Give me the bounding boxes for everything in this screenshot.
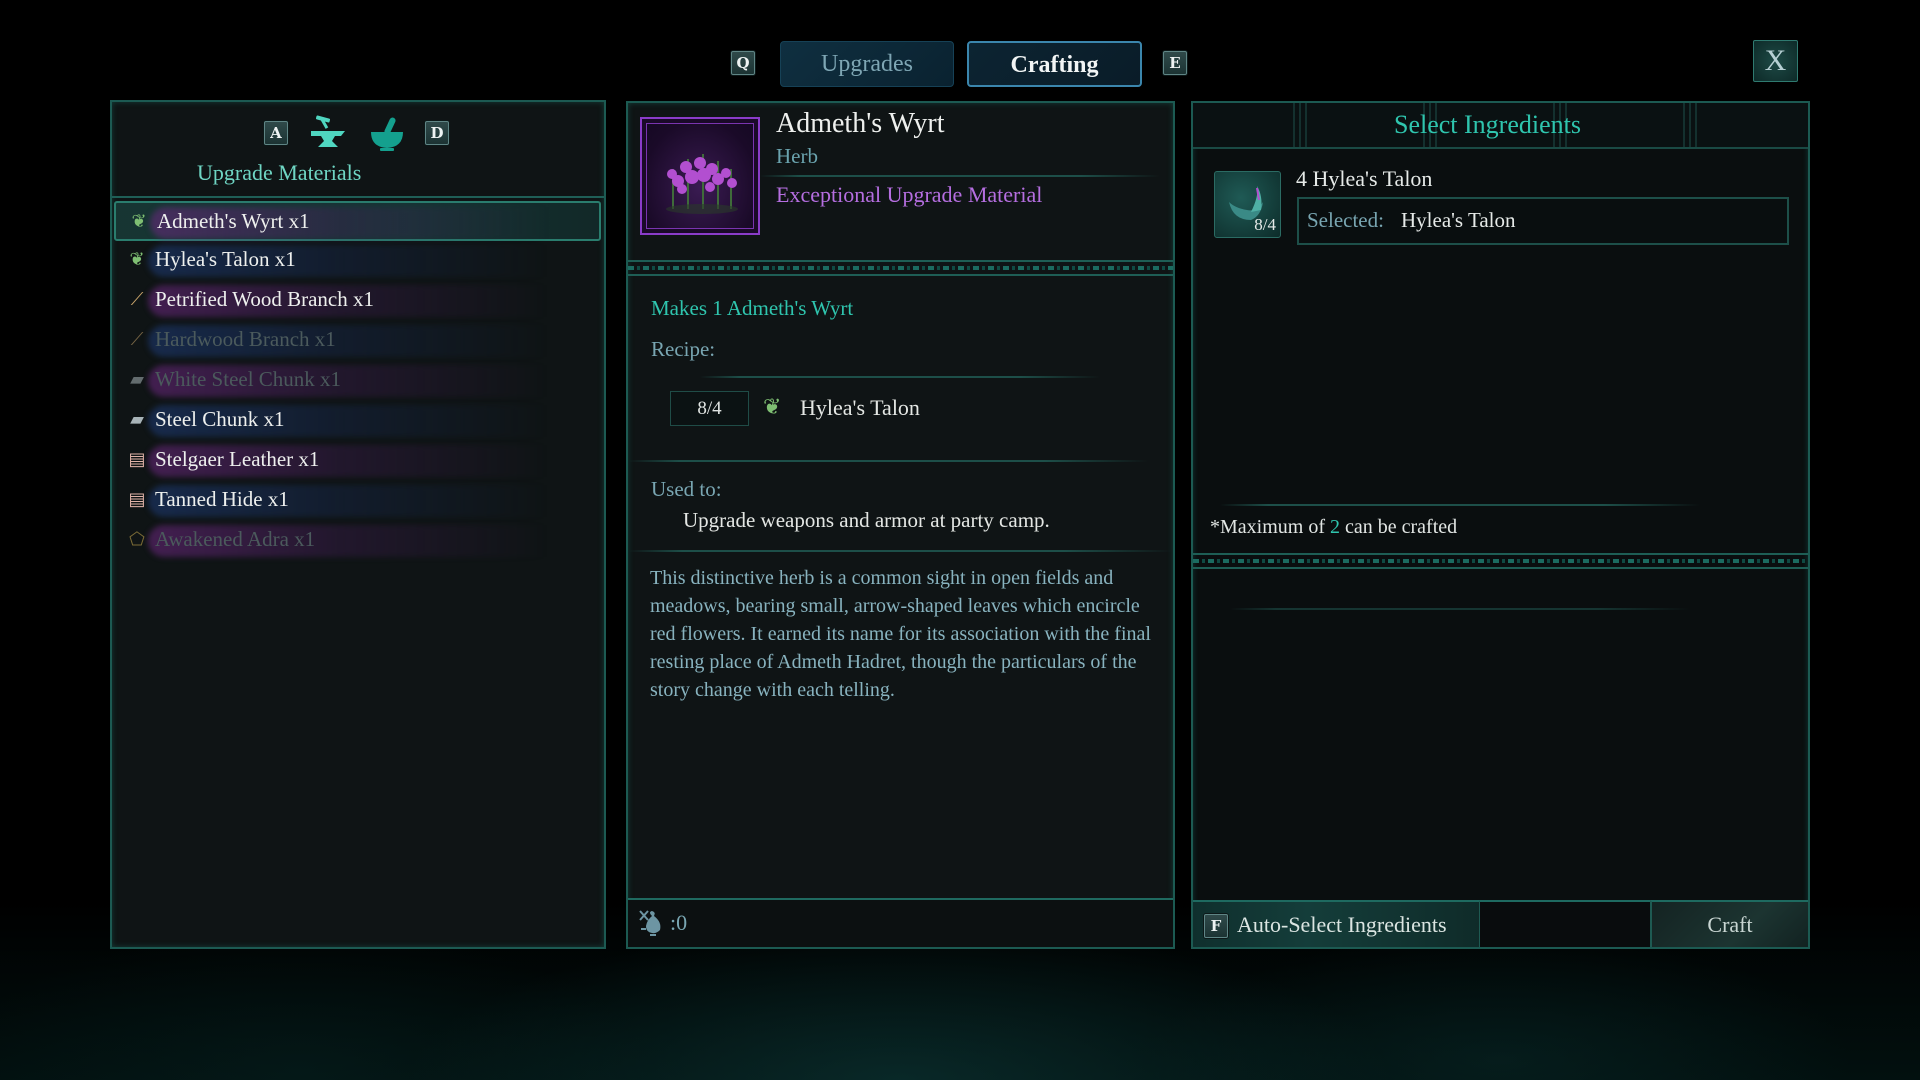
used-to-text: Upgrade weapons and armor at party camp. [683,508,1050,532]
auto-select-label: Auto-Select Ingredients [1237,912,1447,937]
herb-flower-icon [666,154,738,214]
prev-tab-key[interactable]: Q [731,51,755,75]
list-item-label: Hardwood Branch x1 [155,327,336,351]
ingredient-slot[interactable]: 8/4 [1214,171,1281,238]
list-item-label: Petrified Wood Branch x1 [155,287,374,311]
divider [700,376,1100,378]
list-item-label: Admeth's Wyrt x1 [157,209,310,233]
leather-icon: ▤ [128,449,146,470]
materials-title: Upgrade Materials [197,160,362,185]
herb-icon: ❦ [763,395,782,420]
list-item[interactable]: ▤ Stelgaer Leather x1 [114,441,601,481]
list-item[interactable]: ❦ Admeth's Wyrt x1 [114,201,601,241]
divider [1220,504,1700,506]
mortar-pestle-icon[interactable] [368,115,406,153]
close-button[interactable]: X [1753,40,1798,82]
item-name: Admeth's Wyrt [776,108,945,139]
coin-pouch-icon [638,908,666,936]
max-craft-note: *Maximum of 2 can be crafted [1210,516,1457,539]
craft-button[interactable]: Craft [1650,900,1808,947]
list-item-label: Tanned Hide x1 [155,487,289,511]
divider [628,550,1173,552]
currency-bar [628,898,1173,947]
divider [628,460,1148,462]
tab-upgrades[interactable]: Upgrades [780,41,954,87]
leather-icon: ▤ [128,489,146,510]
herb-icon: ❦ [131,211,147,232]
next-tab-key[interactable]: E [1163,51,1187,75]
anvil-icon[interactable] [308,115,348,151]
list-item[interactable]: ▰ Steel Chunk x1 [114,401,601,441]
divider [760,175,1160,177]
item-type: Herb [776,144,818,168]
recipe-label: Recipe: [651,337,716,361]
list-item[interactable]: ⬠ Awakened Adra x1 [114,521,601,561]
ingredient-selector[interactable]: Selected: Hylea's Talon [1297,197,1789,245]
button-bar-spacer [1480,900,1650,947]
selected-value: Hylea's Talon [1401,208,1516,232]
recipe-ingredient-name: Hylea's Talon [800,395,920,420]
item-image [640,117,760,235]
recipe-count: 8/4 [670,391,749,426]
list-item[interactable]: ▰ White Steel Chunk x1 [114,361,601,401]
branch-icon: ⟋ [130,289,144,310]
list-item-label: White Steel Chunk x1 [155,367,342,391]
currency-value: :0 [670,910,688,935]
ingredient-required: 4 Hylea's Talon [1296,166,1433,191]
used-to-label: Used to: [651,477,722,501]
item-description: This distinctive herb is a common sight … [650,567,1151,701]
item-quality: Exceptional Upgrade Material [776,182,1043,207]
max-prefix: *Maximum of [1210,516,1330,538]
ingredients-title: Select Ingredients [1394,110,1581,139]
prev-category-key[interactable]: A [264,121,288,145]
auto-select-key: F [1204,914,1228,938]
max-suffix: can be crafted [1340,516,1458,538]
list-item-label: Steel Chunk x1 [155,407,285,431]
divider [112,196,604,198]
list-item[interactable]: ❦ Hylea's Talon x1 [114,241,601,281]
branch-icon: ⟋ [130,329,144,350]
divider [1230,608,1690,610]
divider [628,260,1173,276]
tab-crafting[interactable]: Crafting [967,41,1142,87]
herb-icon: ❦ [129,249,145,270]
list-item[interactable]: ▤ Tanned Hide x1 [114,481,601,521]
list-item[interactable]: ⟋ Hardwood Branch x1 [114,321,601,361]
makes-label: Makes 1 Admeth's Wyrt [651,296,854,320]
list-item-label: Stelgaer Leather x1 [155,447,320,471]
selected-label: Selected: [1307,208,1384,232]
next-category-key[interactable]: D [425,121,449,145]
ingredient-count: 8/4 [1254,215,1276,234]
adra-icon: ⬠ [129,529,145,550]
list-item-label: Awakened Adra x1 [155,527,316,551]
ingot-icon: ▰ [130,369,144,390]
auto-select-button[interactable]: F Auto-Select Ingredients [1193,900,1480,947]
list-item-label: Hylea's Talon x1 [155,247,296,271]
max-value: 2 [1330,516,1340,538]
divider [1193,553,1808,569]
list-item[interactable]: ⟋ Petrified Wood Branch x1 [114,281,601,321]
ingot-icon: ▰ [130,409,144,430]
